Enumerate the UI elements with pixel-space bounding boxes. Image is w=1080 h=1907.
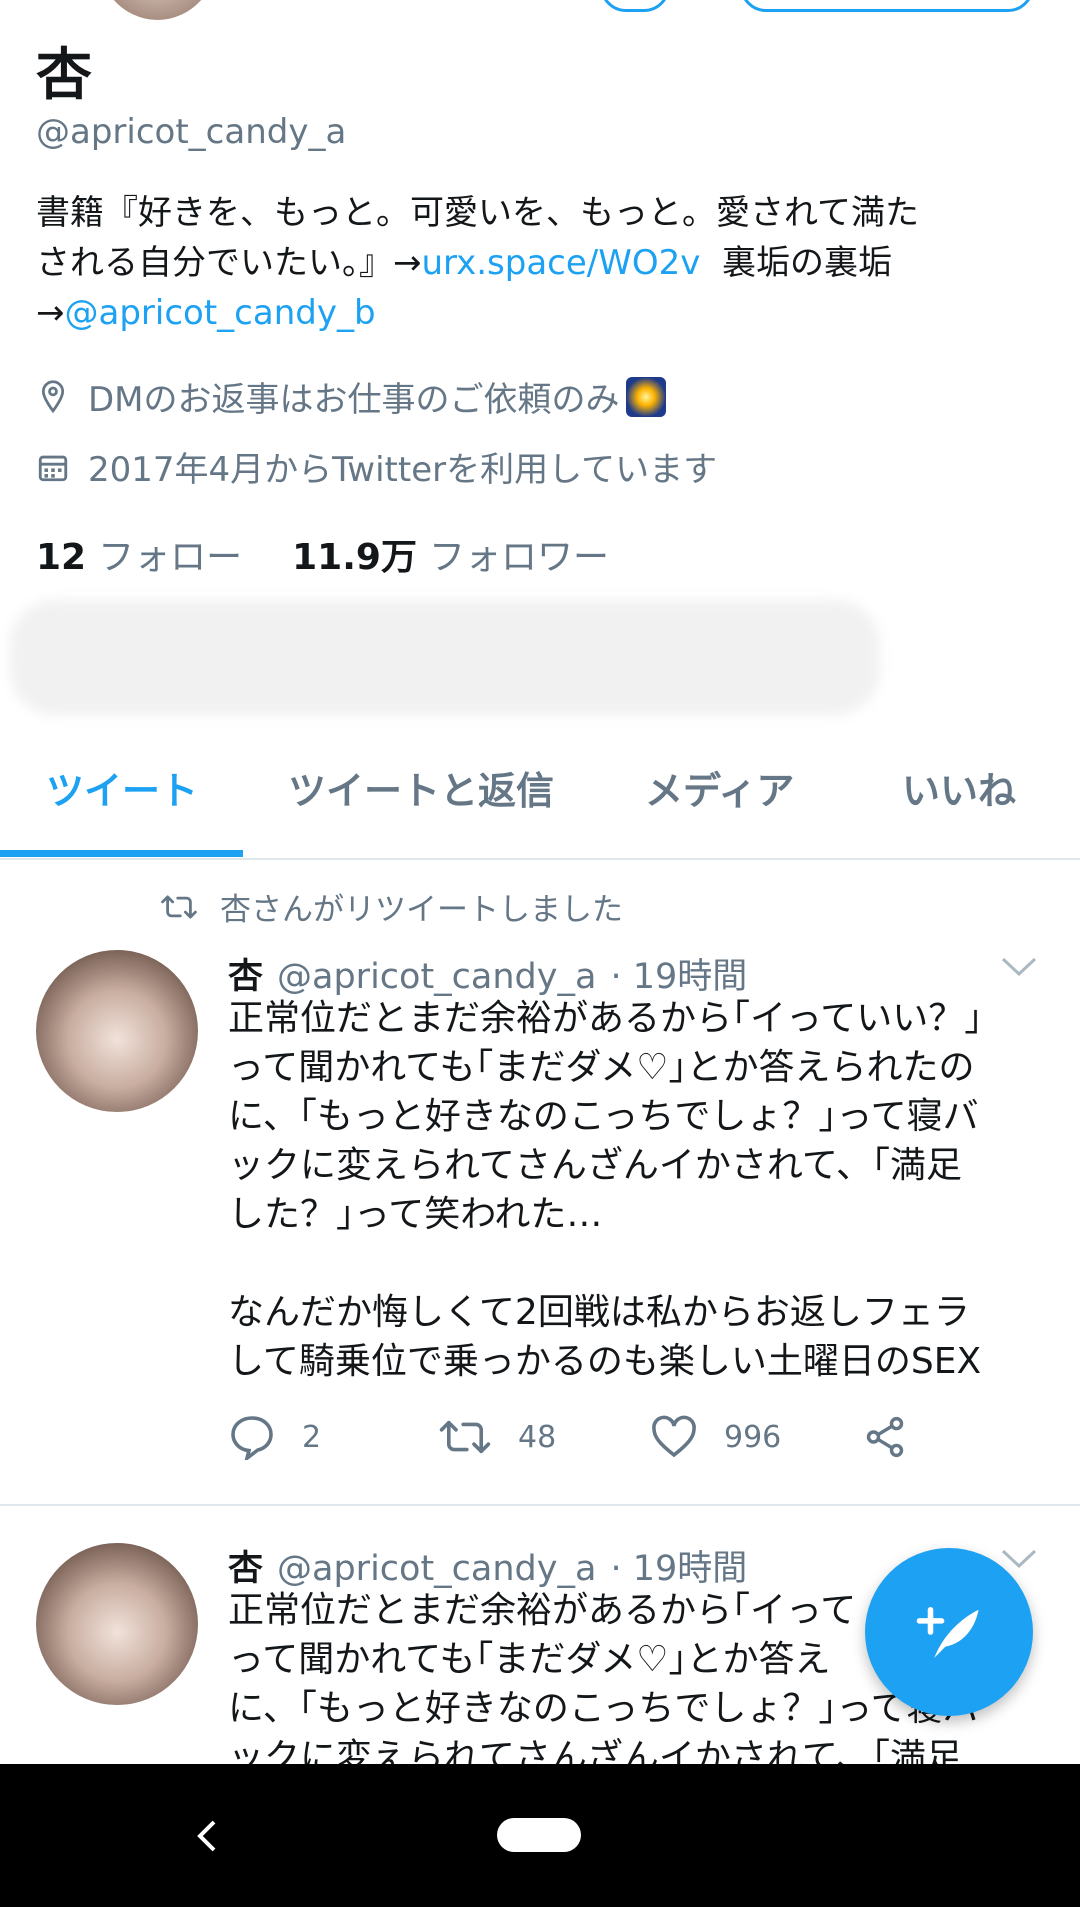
tab-tweets-and-replies[interactable]: ツイートと返信 [288, 760, 554, 815]
follow-button[interactable] [740, 0, 1034, 12]
share-action[interactable] [862, 1414, 908, 1460]
retweet-context: 杏さんがリツイートしました [160, 884, 623, 929]
sparkler-emoji-icon [625, 376, 666, 417]
bio-mention-link[interactable]: @apricot_candy_b [65, 293, 376, 333]
tweet-divider [0, 1504, 1080, 1506]
profile-location: DMのお返事はお仕事のご依頼のみ [36, 372, 666, 421]
followers-link[interactable]: 11.9万 フォロワー [292, 528, 609, 580]
bio-line-1: 書籍『好きを、もっと。可愛いを、もっと。愛されて満た [36, 193, 919, 233]
retweet-context-text: 杏さんがリツイートしました [220, 892, 623, 928]
bio-line-2-suffix: 裏垢の裏垢 [700, 243, 892, 283]
reply-action[interactable]: 2 [228, 1414, 438, 1460]
tweet-avatar[interactable] [36, 1543, 198, 1705]
back-icon[interactable] [192, 1816, 222, 1856]
tab-media[interactable]: メディア [645, 760, 794, 815]
following-count: 12 [36, 537, 87, 578]
tweet-header: 杏 @apricot_candy_a · 19時間 [228, 1540, 747, 1591]
followers-count: 11.9万 [292, 537, 417, 578]
tweet-author-name[interactable]: 杏 [228, 948, 263, 999]
tweet-avatar[interactable] [36, 950, 198, 1112]
tweet-time: · 19時間 [610, 957, 748, 997]
compose-feather-icon [916, 1607, 979, 1658]
profile-bio: 書籍『好きを、もっと。可愛いを、もっと。愛されて満た される自分でいたい。』→u… [36, 188, 1046, 338]
tweet-body: 正常位だとまだ余裕があるから｢イっていい？｣ って聞かれても｢まだダメ♡｣とか答… [228, 998, 983, 1382]
profile-name: 杏 [36, 43, 92, 108]
like-action[interactable]: 996 [650, 1415, 862, 1459]
redacted-area [10, 600, 880, 715]
retweet-icon [439, 1420, 491, 1454]
reply-count: 2 [302, 1419, 322, 1455]
tweet-author-name[interactable]: 杏 [228, 1540, 263, 1591]
profile-handle: @apricot_candy_a [36, 112, 347, 152]
bio-line-2: される自分でいたい。』→ [36, 243, 422, 283]
chevron-down-icon[interactable] [1000, 955, 1038, 979]
profile-avatar[interactable] [95, 0, 220, 20]
tab-likes[interactable]: いいね [902, 760, 1016, 815]
tweet-author-handle: @apricot_candy_a [277, 1549, 597, 1589]
active-tab-indicator [0, 850, 243, 857]
home-pill-button[interactable] [497, 1818, 581, 1852]
reply-icon [231, 1416, 273, 1460]
bio-url-link[interactable]: urx.space/WO2v [422, 243, 701, 283]
compose-tweet-button[interactable] [865, 1548, 1033, 1716]
followers-label: フォロワー [428, 537, 609, 578]
like-count: 996 [724, 1419, 782, 1455]
retweet-action[interactable]: 48 [438, 1416, 650, 1458]
heart-icon [652, 1415, 696, 1458]
notification-button[interactable] [600, 0, 670, 12]
retweet-icon [161, 894, 197, 919]
bio-line-3: → [36, 293, 65, 333]
location-text: DMのお返事はお仕事のご依頼のみ [88, 380, 620, 420]
retweet-count: 48 [518, 1419, 557, 1455]
following-label: フォロー [98, 537, 243, 578]
chevron-down-icon[interactable] [1000, 1547, 1038, 1571]
profile-joined: 2017年4月からTwitterを利用しています [36, 442, 717, 491]
tweet-author-handle: @apricot_candy_a [277, 957, 597, 997]
tab-tweets[interactable]: ツイート [46, 760, 198, 815]
following-link[interactable]: 12 フォロー [36, 528, 242, 580]
share-icon [866, 1416, 904, 1458]
follow-stats: 12 フォロー 11.9万 フォロワー [36, 528, 609, 580]
calendar-icon [38, 455, 68, 481]
joined-text: 2017年4月からTwitterを利用しています [88, 450, 718, 490]
location-pin-icon [41, 379, 65, 413]
tweet-actions: 2 48 996 [228, 1414, 1028, 1460]
tweet-time: · 19時間 [610, 1549, 748, 1589]
profile-tabs: ツイート ツイートと返信 メディア いいね [0, 730, 1080, 860]
tweet-header: 杏 @apricot_candy_a · 19時間 [228, 948, 747, 999]
